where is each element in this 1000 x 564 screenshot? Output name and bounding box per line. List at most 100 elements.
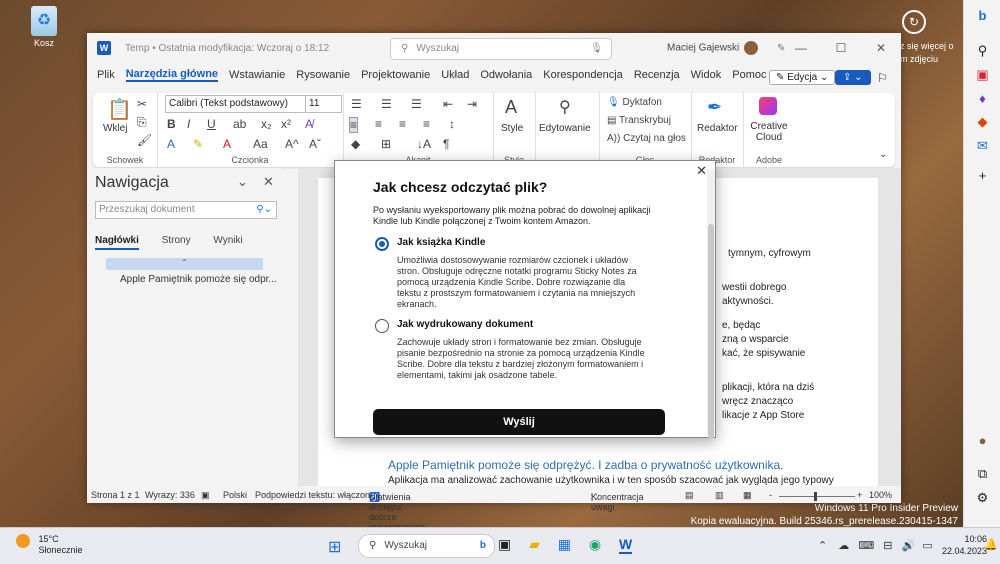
close-button[interactable]: ✕	[861, 33, 901, 63]
word-app-icon[interactable]: W	[619, 536, 633, 554]
pilcrow-icon[interactable]: ¶	[443, 137, 449, 151]
status-language[interactable]: Polski	[223, 490, 247, 500]
styles-icon[interactable]: A	[505, 97, 517, 118]
status-predictions[interactable]: Podpowiedzi tekstu: włączone	[255, 490, 375, 500]
minimize-button[interactable]: —	[781, 33, 821, 63]
store-icon[interactable]: ▦	[558, 536, 571, 552]
user-account[interactable]: Maciej Gajewski ✎	[667, 41, 785, 55]
menu-widok[interactable]: Widok	[691, 69, 722, 81]
avatar[interactable]: ●	[964, 433, 1000, 448]
strikethrough-button[interactable]: ab	[233, 117, 246, 131]
status-words[interactable]: Wyrazy: 336	[145, 490, 195, 500]
read-aloud-button[interactable]: A)) Czytaj na głos	[607, 133, 686, 144]
creative-cloud-button[interactable]: Creative Cloud	[745, 121, 793, 143]
tab-strony[interactable]: Strony	[162, 235, 191, 246]
numbering-icon[interactable]: ☰	[381, 97, 392, 111]
paste-icon[interactable]: 📋	[107, 97, 132, 122]
toolbox-icon[interactable]: ▣	[964, 67, 1000, 83]
superscript-button[interactable]: x²	[281, 117, 291, 131]
search-box[interactable]: ⚲ Wyszukaj 🎙	[390, 38, 612, 60]
format-painter-icon[interactable]: 🖌	[137, 133, 152, 147]
clear-format-icon[interactable]: A̸	[305, 117, 313, 131]
send-button[interactable]: Wyślij	[373, 409, 665, 435]
tab-naglowki[interactable]: Nagłówki	[95, 235, 139, 250]
option-printed-document-title[interactable]: Jak wydrukowany dokument	[397, 319, 533, 330]
menu-wstawianie[interactable]: Wstawianie	[229, 69, 285, 81]
menu-rysowanie[interactable]: Rysowanie	[296, 69, 350, 81]
bold-button[interactable]: B	[167, 117, 176, 131]
underline-button[interactable]: U	[207, 117, 216, 131]
decrease-indent-icon[interactable]: ⇤	[443, 97, 453, 111]
option-kindle-book-radio[interactable]	[375, 237, 389, 251]
zoom-out-button[interactable]: -	[769, 490, 772, 500]
ribbon-collapse-icon[interactable]: ⌄	[879, 149, 887, 160]
document-title[interactable]: Temp • Ostatnia modyfikacja: Wczoraj o 1…	[125, 43, 329, 54]
increase-indent-icon[interactable]: ⇥	[467, 97, 477, 111]
menu-plik[interactable]: Plik	[97, 69, 115, 81]
outlook-icon[interactable]: ✉	[964, 138, 1000, 154]
align-left-button[interactable]: ≡	[349, 117, 359, 133]
italic-button[interactable]: I	[187, 117, 190, 131]
change-case-button[interactable]: Aa	[253, 137, 268, 151]
shrink-font-button[interactable]: Aˇ	[309, 137, 321, 151]
widget-icon[interactable]: ↻	[902, 10, 926, 34]
zoom-in-button[interactable]: +	[857, 490, 862, 500]
network-icon[interactable]: ⊟	[883, 540, 892, 552]
font-size-select[interactable]: 11	[305, 95, 342, 113]
justify-button[interactable]: ≡	[423, 117, 430, 131]
highlight-icon[interactable]: ✎	[193, 137, 203, 151]
notifications-icon[interactable]: 🔔	[984, 538, 998, 551]
editing-mode-button[interactable]: ✎ Edycja ⌄	[769, 70, 836, 85]
font-color-button[interactable]: A	[223, 137, 231, 151]
settings-icon[interactable]: ⚙	[964, 490, 1000, 506]
transcribe-button[interactable]: ▤ Transkrybuj	[607, 115, 671, 126]
games-icon[interactable]: ♦	[964, 91, 1000, 106]
creative-cloud-icon[interactable]	[759, 97, 777, 115]
add-icon[interactable]: +	[964, 168, 1000, 183]
menu-odwolania[interactable]: Odwołania	[480, 69, 532, 81]
find-icon[interactable]: ⚲	[559, 97, 571, 117]
bullets-icon[interactable]: ☰	[351, 97, 362, 111]
dictate-button[interactable]: 🎙 Dyktafon	[607, 97, 662, 108]
line-spacing-icon[interactable]: ↕	[449, 117, 455, 131]
menu-recenzja[interactable]: Recenzja	[634, 69, 680, 81]
font-name-select[interactable]: Calibri (Tekst podstawowy)	[165, 95, 308, 113]
menu-pomoc[interactable]: Pomoc	[732, 69, 766, 81]
editor-button[interactable]: Redaktor	[697, 123, 738, 134]
clock[interactable]: 10:06 22.04.2023	[942, 533, 987, 557]
nav-options-icon[interactable]: ⌄	[237, 174, 248, 190]
volume-icon[interactable]: 🔊	[902, 540, 916, 552]
start-button[interactable]: ⊞	[328, 537, 341, 557]
nav-heading-item[interactable]: Apple Pamiętnik pomoże się odpr...	[120, 274, 277, 285]
align-right-button[interactable]: ≡	[399, 117, 406, 131]
chevron-up-icon[interactable]: ⌃	[818, 540, 827, 552]
microphone-icon[interactable]: 🎙	[590, 39, 603, 59]
option-kindle-book-title[interactable]: Jak książka Kindle	[397, 237, 485, 248]
cut-icon[interactable]: ✂	[137, 97, 147, 111]
cloud-icon[interactable]: ☁	[838, 540, 849, 552]
keyboard-icon[interactable]: ⌨	[858, 540, 874, 552]
web-layout-icon[interactable]: ▦	[743, 490, 752, 501]
align-center-button[interactable]: ≡	[375, 117, 382, 131]
sort-icon[interactable]: ↓A	[417, 137, 431, 151]
search-icon[interactable]: ⚲	[964, 43, 1000, 59]
scrollbar-thumb[interactable]	[708, 224, 714, 439]
tab-wyniki[interactable]: Wyniki	[213, 235, 242, 246]
read-mode-icon[interactable]: ▤	[685, 490, 694, 501]
edge-canary-icon[interactable]: ◉	[589, 536, 601, 552]
zoom-slider-thumb[interactable]	[814, 492, 817, 501]
maximize-button[interactable]: ☐	[821, 33, 861, 63]
battery-icon[interactable]: ▭	[922, 540, 932, 552]
menu-projektowanie[interactable]: Projektowanie	[361, 69, 430, 81]
share-button[interactable]: ⇪ ⌄	[835, 70, 871, 85]
nav-search-input[interactable]: Przeszukaj dokument ⚲⌄	[95, 201, 277, 219]
multilevel-list-icon[interactable]: ☰	[411, 97, 422, 111]
close-icon[interactable]: ✕	[696, 163, 707, 179]
menu-korespondencja[interactable]: Korespondencja	[543, 69, 623, 81]
nav-close-icon[interactable]: ✕	[263, 174, 274, 190]
option-printed-document-radio[interactable]	[375, 319, 389, 333]
text-effects-button[interactable]: A	[167, 137, 175, 151]
menu-uklad[interactable]: Układ	[441, 69, 469, 81]
dialog-scrollbar[interactable]	[707, 169, 715, 439]
menu-narzedzia-glowne[interactable]: Narzędzia główne	[125, 68, 219, 82]
